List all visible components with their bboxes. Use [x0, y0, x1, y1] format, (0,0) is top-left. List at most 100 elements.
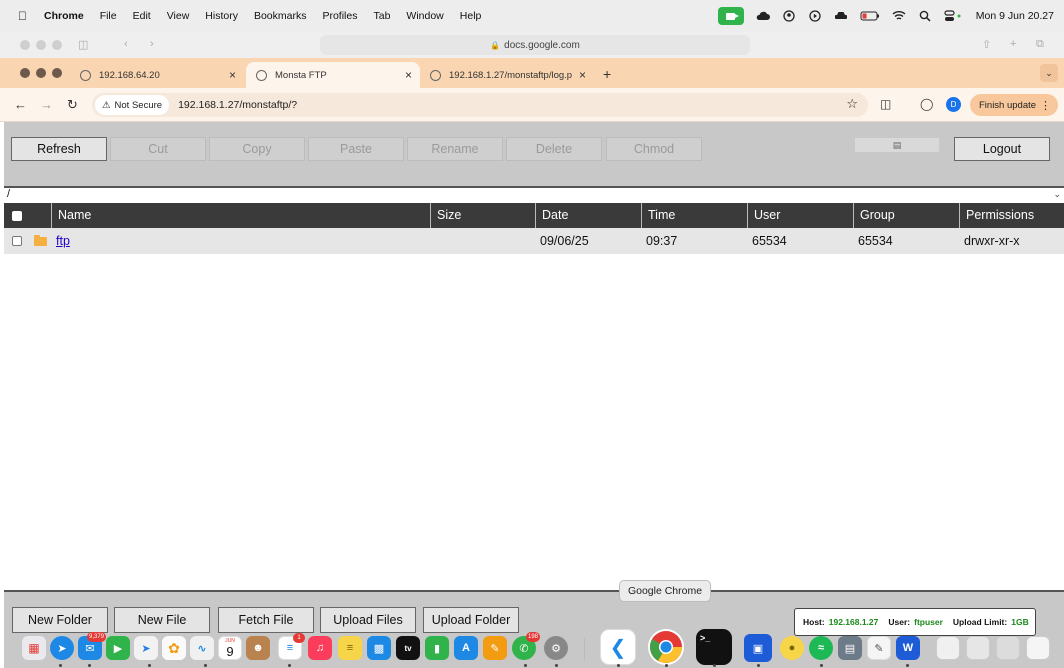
forward-arrow-icon[interactable]: › [150, 38, 154, 50]
column-date[interactable]: Date [535, 203, 641, 228]
address-bar[interactable]: ⚠ Not Secure 192.168.1.27/monstaftp/? ☆ [92, 93, 868, 117]
performance-icon[interactable]: ◯ [920, 97, 933, 111]
calendar-icon[interactable]: JUN 9 [218, 636, 242, 660]
contacts-icon[interactable]: ☻ [246, 636, 270, 660]
whatsapp-icon[interactable]: ✆ 198 [512, 632, 540, 660]
reminders-icon[interactable]: ≡ 1 [278, 633, 305, 660]
copy-button[interactable]: Copy [209, 137, 305, 161]
column-user[interactable]: User [747, 203, 853, 228]
file-name-link[interactable]: ftp [56, 228, 70, 254]
not-secure-chip[interactable]: ⚠ Not Secure [95, 95, 170, 115]
tab-overview-icon[interactable]: ⧉ [1036, 38, 1044, 51]
share-icon[interactable]: ⇧ [982, 38, 991, 51]
mail-icon[interactable]: ✉ 9,379 [78, 632, 106, 660]
column-permissions[interactable]: Permissions [959, 203, 1064, 228]
chmod-button[interactable]: Chmod [606, 137, 702, 161]
sidebar-toggle-icon[interactable]: ◫ [78, 38, 88, 51]
rename-button[interactable]: Rename [407, 137, 503, 161]
delete-button[interactable]: Delete [506, 137, 602, 161]
menu-app-name[interactable]: Chrome [44, 10, 84, 22]
new-tab-button[interactable]: + [603, 66, 611, 82]
car-icon[interactable] [834, 10, 848, 22]
terminal-icon[interactable]: >_ [696, 629, 732, 665]
play-circle-icon[interactable] [808, 10, 822, 22]
paste-button[interactable]: Paste [308, 137, 404, 161]
virtual-machine-icon[interactable]: ▣ [744, 634, 772, 662]
tab-search-dropdown-icon[interactable]: ⌄ [1040, 64, 1058, 82]
vscode-icon[interactable]: ❮ [600, 629, 636, 665]
freeform-icon[interactable]: ∿ [190, 636, 214, 660]
music-icon[interactable]: ♫ [308, 636, 332, 660]
tab-close-icon[interactable]: × [405, 68, 412, 82]
menu-tab[interactable]: Tab [373, 10, 390, 22]
menu-edit[interactable]: Edit [133, 10, 151, 22]
table-row[interactable]: ftp 09/06/25 09:37 65534 65534 drwxr-xr-… [4, 228, 1064, 254]
safari-address-bar[interactable]: 🔒 docs.google.com [320, 35, 750, 55]
forward-button[interactable]: → [40, 97, 53, 112]
menu-file[interactable]: File [100, 10, 117, 22]
tab-192-168-64-20[interactable]: 192.168.64.20 × [70, 62, 244, 88]
minimized-window-icon[interactable] [996, 636, 1020, 660]
photos-icon[interactable]: ✿ [162, 636, 186, 660]
textedit-icon[interactable]: ✎ [867, 636, 891, 660]
launchpad-icon[interactable]: ▦ [22, 636, 46, 660]
select-all-checkbox[interactable] [12, 211, 22, 221]
spotlight-search-icon[interactable] [918, 10, 932, 22]
current-path-bar[interactable]: / ⌄ [4, 186, 1064, 203]
apple-menu-icon[interactable]:  [18, 9, 30, 23]
cut-button[interactable]: Cut [110, 137, 206, 161]
file-name[interactable]: ftp [56, 234, 70, 248]
column-group[interactable]: Group [853, 203, 959, 228]
menu-help[interactable]: Help [460, 10, 482, 22]
reload-button[interactable]: ↻ [67, 97, 78, 113]
user-account-icon[interactable] [782, 10, 796, 22]
spotify-icon[interactable]: ≈ [809, 636, 833, 660]
menu-bookmarks[interactable]: Bookmarks [254, 10, 307, 22]
menu-history[interactable]: History [205, 10, 238, 22]
safari-window-controls[interactable] [20, 40, 62, 50]
minimized-window-icon[interactable] [936, 636, 960, 660]
back-button[interactable]: ← [14, 97, 27, 112]
minimized-window-icon[interactable] [966, 636, 990, 660]
maps-icon[interactable]: ➤ [134, 636, 158, 660]
wifi-icon[interactable] [892, 10, 906, 22]
logout-button[interactable]: Logout [954, 137, 1050, 161]
notes-icon[interactable]: ≡ [338, 636, 362, 660]
keynote-icon[interactable]: ▩ [367, 636, 391, 660]
new-tab-plus-icon[interactable]: + [1010, 38, 1016, 50]
menu-view[interactable]: View [167, 10, 190, 22]
extensions-puzzle-icon[interactable]: ◫ [880, 97, 891, 111]
apple-tv-icon[interactable]: tv [396, 636, 420, 660]
back-arrow-icon[interactable]: ‹ [124, 38, 128, 50]
row-checkbox[interactable] [12, 236, 22, 246]
app-store-icon[interactable]: A [454, 636, 478, 660]
battery-icon[interactable] [860, 10, 880, 22]
tab-close-icon[interactable]: × [229, 68, 236, 82]
path-dropdown-icon[interactable]: ⌄ [1053, 189, 1061, 200]
safari-icon[interactable]: ➤ [50, 636, 74, 660]
chrome-window-controls[interactable] [20, 68, 62, 78]
tab-close-icon[interactable]: × [579, 68, 586, 82]
menu-bar-clock[interactable]: Mon 9 Jun 20.27 [976, 10, 1054, 22]
minimized-window-icon[interactable] [1026, 636, 1050, 660]
profile-avatar[interactable]: D [946, 97, 961, 112]
tab-monstaftp-log[interactable]: 192.168.1.27/monstaftp/log.p × [420, 62, 594, 88]
facetime-icon[interactable]: ▶ [106, 636, 130, 660]
address-url[interactable]: 192.168.1.27/monstaftp/? [178, 99, 297, 111]
facetime-status-icon[interactable] [717, 7, 744, 25]
cloud-icon[interactable] [756, 10, 770, 22]
column-name[interactable]: Name [51, 203, 430, 228]
tab-monsta-ftp[interactable]: Monsta FTP × [246, 62, 420, 88]
chrome-icon[interactable] [648, 629, 684, 665]
menu-window[interactable]: Window [406, 10, 443, 22]
finish-update-button[interactable]: Finish update ⋮ [970, 94, 1058, 116]
column-time[interactable]: Time [641, 203, 747, 228]
network-utility-icon[interactable]: ▤ [838, 636, 862, 660]
column-size[interactable]: Size [430, 203, 535, 228]
control-center-icon[interactable] [944, 10, 964, 22]
system-settings-icon[interactable]: ⚙ [544, 636, 568, 660]
menu-profiles[interactable]: Profiles [322, 10, 357, 22]
cyberduck-icon[interactable]: ● [780, 636, 804, 660]
pages-icon[interactable]: ✎ [483, 636, 507, 660]
word-icon[interactable]: W [896, 636, 920, 660]
